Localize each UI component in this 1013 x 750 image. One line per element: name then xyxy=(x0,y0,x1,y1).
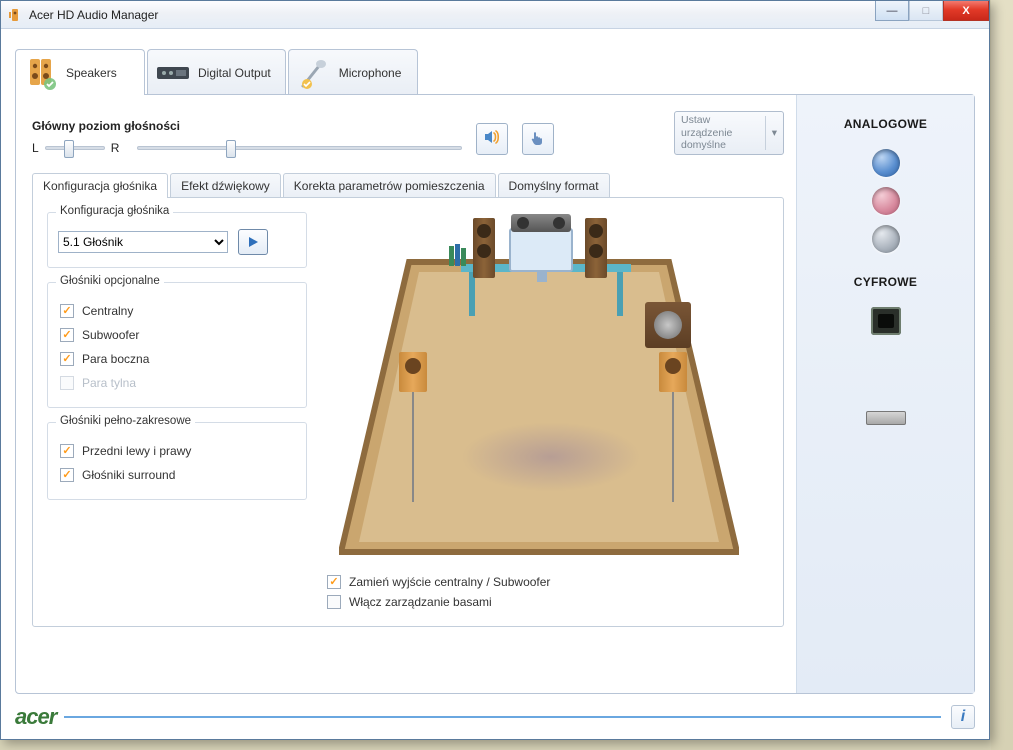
balance-control: L R xyxy=(32,141,119,155)
window-buttons: — □ X xyxy=(875,1,989,21)
brand-divider xyxy=(64,716,941,718)
balance-thumb[interactable] xyxy=(64,140,74,158)
speakers-icon xyxy=(24,56,58,90)
side-right-speaker-icon[interactable] xyxy=(659,352,687,392)
monitor-icon[interactable] xyxy=(509,228,573,272)
window-title: Acer HD Audio Manager xyxy=(29,8,158,22)
stand-icon xyxy=(672,392,674,502)
microphone-icon xyxy=(297,56,331,90)
sub-tab-strip: Konfiguracja głośnika Efekt dźwiękowy Ko… xyxy=(32,173,784,198)
jack-line-in-icon[interactable] xyxy=(872,225,900,253)
sound-settings-button[interactable] xyxy=(522,123,554,155)
balance-right-label: R xyxy=(111,141,120,155)
checkbox-icon xyxy=(60,328,74,342)
config-left-column: Konfiguracja głośnika 5.1 Głośnik xyxy=(47,212,307,612)
optical-out-icon[interactable] xyxy=(871,307,901,335)
front-left-speaker-icon[interactable] xyxy=(473,218,495,278)
checkbox-icon xyxy=(60,304,74,318)
volume-row: Główny poziom głośności L R xyxy=(32,111,784,155)
tab-speakers-label: Speakers xyxy=(66,66,117,80)
info-icon: i xyxy=(961,708,965,726)
test-play-button[interactable] xyxy=(238,229,268,255)
maximize-button[interactable]: □ xyxy=(909,1,943,21)
room-illustration xyxy=(321,212,769,542)
master-volume-slider[interactable] xyxy=(137,146,462,150)
set-default-device-button[interactable]: Ustaw urządzenie domyślne ▾ xyxy=(674,111,784,155)
digital-output-icon xyxy=(156,56,190,90)
hdmi-out-icon[interactable] xyxy=(866,411,906,425)
group-speaker-config: Konfiguracja głośnika 5.1 Głośnik xyxy=(47,212,307,268)
desktop-background-strip xyxy=(991,0,1013,750)
mute-button[interactable] xyxy=(476,123,508,155)
client-area: Speakers Digital Output Microphone Głów xyxy=(1,29,989,739)
subtab-speaker-config[interactable]: Konfiguracja głośnika xyxy=(32,173,168,198)
volume-title: Główny poziom głośności xyxy=(32,119,462,133)
checkbox-icon xyxy=(327,595,341,609)
checkbox-icon xyxy=(60,444,74,458)
group-fullrange-title: Głośniki pełno-zakresowe xyxy=(56,415,195,427)
volume-block: Główny poziom głośności L R xyxy=(32,119,462,155)
checkbox-icon xyxy=(60,376,74,390)
balance-slider[interactable] xyxy=(45,146,105,150)
connector-sidebar: ANALOGOWE CYFROWE xyxy=(796,95,974,693)
stand-icon xyxy=(412,392,414,502)
front-right-speaker-icon[interactable] xyxy=(585,218,607,278)
main-panel: Główny poziom głośności L R xyxy=(15,94,975,694)
sidebar-analog-title: ANALOGOWE xyxy=(807,117,964,131)
subtab-default-format[interactable]: Domyślny format xyxy=(498,173,610,198)
tab-digital-output-label: Digital Output xyxy=(198,66,271,80)
speaker-config-select[interactable]: 5.1 Głośnik xyxy=(58,231,228,253)
subtab-sound-effect[interactable]: Efekt dźwiękowy xyxy=(170,173,281,198)
master-volume-thumb[interactable] xyxy=(226,140,236,158)
check-center[interactable]: Centralny xyxy=(58,299,296,323)
listener-shadow xyxy=(461,422,641,492)
room-illustration-wrap: Zamień wyjście centralny / Subwoofer Włą… xyxy=(321,212,769,612)
minimize-button[interactable]: — xyxy=(875,1,909,21)
check-bass-management[interactable]: Włącz zarządzanie basami xyxy=(325,592,769,612)
sound-on-icon xyxy=(482,127,502,152)
checkbox-icon xyxy=(327,575,341,589)
app-icon xyxy=(7,7,23,23)
side-left-speaker-icon[interactable] xyxy=(399,352,427,392)
check-swap-center-sub[interactable]: Zamień wyjście centralny / Subwoofer xyxy=(325,572,769,592)
app-window: Acer HD Audio Manager — □ X Speakers Dig… xyxy=(0,0,990,740)
chevron-down-icon: ▾ xyxy=(765,116,777,150)
subwoofer-icon[interactable] xyxy=(645,302,691,348)
check-surround[interactable]: Głośniki surround xyxy=(58,463,296,487)
jack-mic-in-icon[interactable] xyxy=(872,187,900,215)
group-optional-title: Głośniki opcjonalne xyxy=(56,275,164,287)
check-rear-pair: Para tylna xyxy=(58,371,296,395)
info-button[interactable]: i xyxy=(951,705,975,729)
checkbox-icon xyxy=(60,468,74,482)
speaker-config-panel: Konfiguracja głośnika 5.1 Głośnik xyxy=(32,197,784,627)
extra-options: Zamień wyjście centralny / Subwoofer Włą… xyxy=(325,572,769,612)
tab-digital-output[interactable]: Digital Output xyxy=(147,49,286,95)
group-optional-speakers: Głośniki opcjonalne Centralny Subwoofer xyxy=(47,282,307,408)
sidebar-digital-title: CYFROWE xyxy=(807,275,964,289)
center-speaker-icon[interactable] xyxy=(511,214,571,232)
group-speaker-config-title: Konfiguracja głośnika xyxy=(56,205,173,217)
tab-speakers[interactable]: Speakers xyxy=(15,49,145,95)
books-icon xyxy=(449,244,469,266)
group-fullrange-speakers: Głośniki pełno-zakresowe Przedni lewy i … xyxy=(47,422,307,500)
tab-microphone-label: Microphone xyxy=(339,66,402,80)
jack-line-out-icon[interactable] xyxy=(872,149,900,177)
titlebar[interactable]: Acer HD Audio Manager — □ X xyxy=(1,1,989,29)
main-tab-strip: Speakers Digital Output Microphone xyxy=(15,49,975,95)
subtab-room-correction[interactable]: Korekta parametrów pomieszczenia xyxy=(283,173,496,198)
check-side-pair[interactable]: Para boczna xyxy=(58,347,296,371)
footer: acer i xyxy=(15,703,975,731)
close-button[interactable]: X xyxy=(943,1,989,21)
content-area: Główny poziom głośności L R xyxy=(32,111,784,677)
balance-left-label: L xyxy=(32,141,39,155)
brand-logo: acer xyxy=(15,704,56,730)
check-front-lr[interactable]: Przedni lewy i prawy xyxy=(58,439,296,463)
checkbox-icon xyxy=(60,352,74,366)
set-default-device-label: Ustaw urządzenie domyślne xyxy=(681,114,761,152)
hand-icon xyxy=(529,128,547,151)
check-subwoofer[interactable]: Subwoofer xyxy=(58,323,296,347)
tab-microphone[interactable]: Microphone xyxy=(288,49,418,95)
